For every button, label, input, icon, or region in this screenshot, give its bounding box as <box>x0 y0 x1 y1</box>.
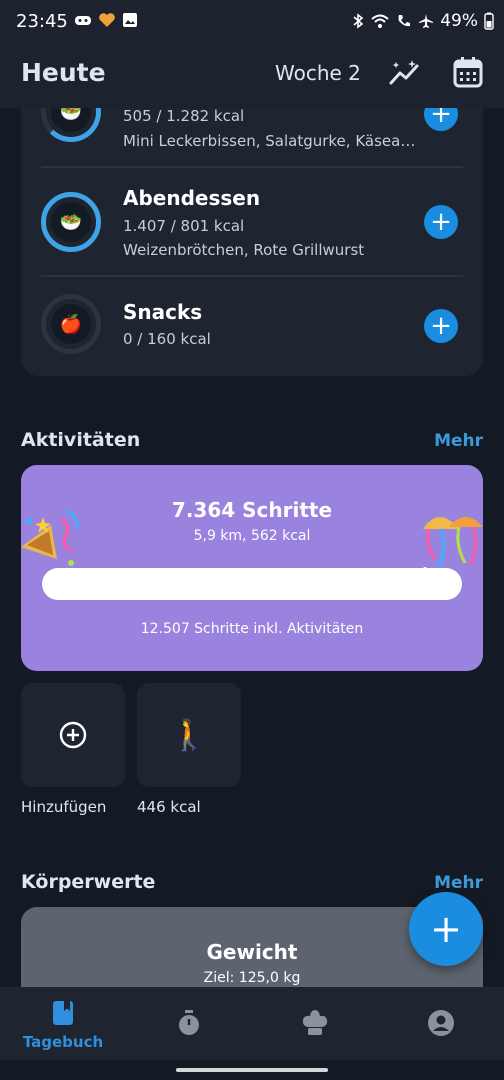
trend-sparkle-icon[interactable] <box>388 58 422 88</box>
salad-icon: 🥗 <box>51 202 91 242</box>
profile-icon <box>428 1010 454 1036</box>
activities-more-link[interactable]: Mehr <box>434 431 483 451</box>
tab-diary[interactable]: Tagebuch <box>0 987 126 1060</box>
walking-person-icon: 🚶 <box>170 717 208 753</box>
meal-name: Abendessen <box>123 186 261 210</box>
gesture-area <box>0 1060 504 1080</box>
app-bar: Heute Woche 2 <box>0 44 504 108</box>
stopwatch-icon <box>179 1010 199 1035</box>
meal-row-abendessen[interactable]: 🥗 Abendessen 1.407 / 801 kcal Weizenbröt… <box>21 168 483 276</box>
meal-kcal: 505 / 1.282 kcal <box>123 108 245 125</box>
page-title: Heute <box>21 58 106 87</box>
tab-recipes[interactable] <box>252 987 378 1060</box>
tab-diary-label: Tagebuch <box>22 1033 104 1051</box>
meal-kcal: 1.407 / 801 kcal <box>123 217 245 235</box>
tab-profile[interactable] <box>378 987 504 1060</box>
call-icon <box>398 15 411 27</box>
salad-icon: 🥗 <box>51 108 91 132</box>
wifi-icon <box>371 14 389 28</box>
bluetooth-icon <box>353 13 364 29</box>
add-fab-button[interactable]: + <box>409 892 483 966</box>
status-time: 23:45 <box>16 11 68 32</box>
meal-row-snacks[interactable]: 🍎 Snacks 0 / 160 kcal + <box>21 277 483 376</box>
walking-activity-tile[interactable]: 🚶 <box>137 683 241 787</box>
body-values-title: Körperwerte <box>21 871 156 893</box>
meal-items: Mini Leckerbissen, Salatgurke, Käsea… <box>123 132 416 150</box>
gamepad-icon <box>75 16 91 25</box>
status-bar: 23:45 49% <box>0 0 504 44</box>
meal-items: Weizenbrötchen, Rote Grillwurst <box>123 241 365 259</box>
steps-progress-bar <box>42 568 462 600</box>
system-icons: 49% <box>352 11 494 31</box>
week-selector[interactable]: Woche 2 <box>275 61 361 85</box>
meal-progress-ring: 🍎 <box>41 294 101 354</box>
gesture-handle[interactable] <box>176 1068 328 1072</box>
tab-fasting[interactable] <box>126 987 252 1060</box>
steps-total: 12.507 Schritte inkl. Aktivitäten <box>140 621 364 637</box>
steps-count: 7.364 Schritte <box>171 498 333 522</box>
battery-level: 49% <box>440 11 478 31</box>
apple-icon: 🍎 <box>51 304 91 344</box>
heart-icon <box>99 13 115 27</box>
add-meal-button[interactable]: + <box>424 108 458 131</box>
meal-progress-ring: 🥗 <box>41 192 101 252</box>
chef-hat-icon <box>302 1010 328 1035</box>
weight-goal: Ziel: 125,0 kg <box>203 970 301 986</box>
meals-card: 🥗 505 / 1.282 kcal Mini Leckerbissen, Sa… <box>21 108 483 376</box>
steps-card[interactable]: 7.364 Schritte 5,9 km, 562 kcal 12.507 S… <box>21 465 483 671</box>
add-activity-label: Hinzufügen <box>21 798 107 816</box>
add-activity-tile[interactable] <box>21 683 125 787</box>
add-circle-icon <box>59 721 87 749</box>
battery-icon <box>484 12 494 30</box>
activities-title: Aktivitäten <box>21 429 141 451</box>
add-meal-button[interactable]: + <box>424 309 458 343</box>
bottom-navigation: Tagebuch <box>0 987 504 1060</box>
body-values-more-link[interactable]: Mehr <box>434 873 483 893</box>
meal-progress-ring: 🥗 <box>41 108 101 142</box>
steps-details: 5,9 km, 562 kcal <box>193 528 311 544</box>
airplane-icon <box>419 14 434 28</box>
meal-kcal: 0 / 160 kcal <box>123 330 211 348</box>
image-icon <box>123 13 137 27</box>
meal-name: Snacks <box>123 300 203 324</box>
calendar-icon[interactable] <box>453 56 483 88</box>
notification-icons <box>74 12 138 28</box>
meal-row[interactable]: 🥗 505 / 1.282 kcal Mini Leckerbissen, Sa… <box>21 108 483 168</box>
diary-book-icon <box>53 1001 73 1025</box>
walking-activity-label: 446 kcal <box>137 798 201 816</box>
add-meal-button[interactable]: + <box>424 205 458 239</box>
